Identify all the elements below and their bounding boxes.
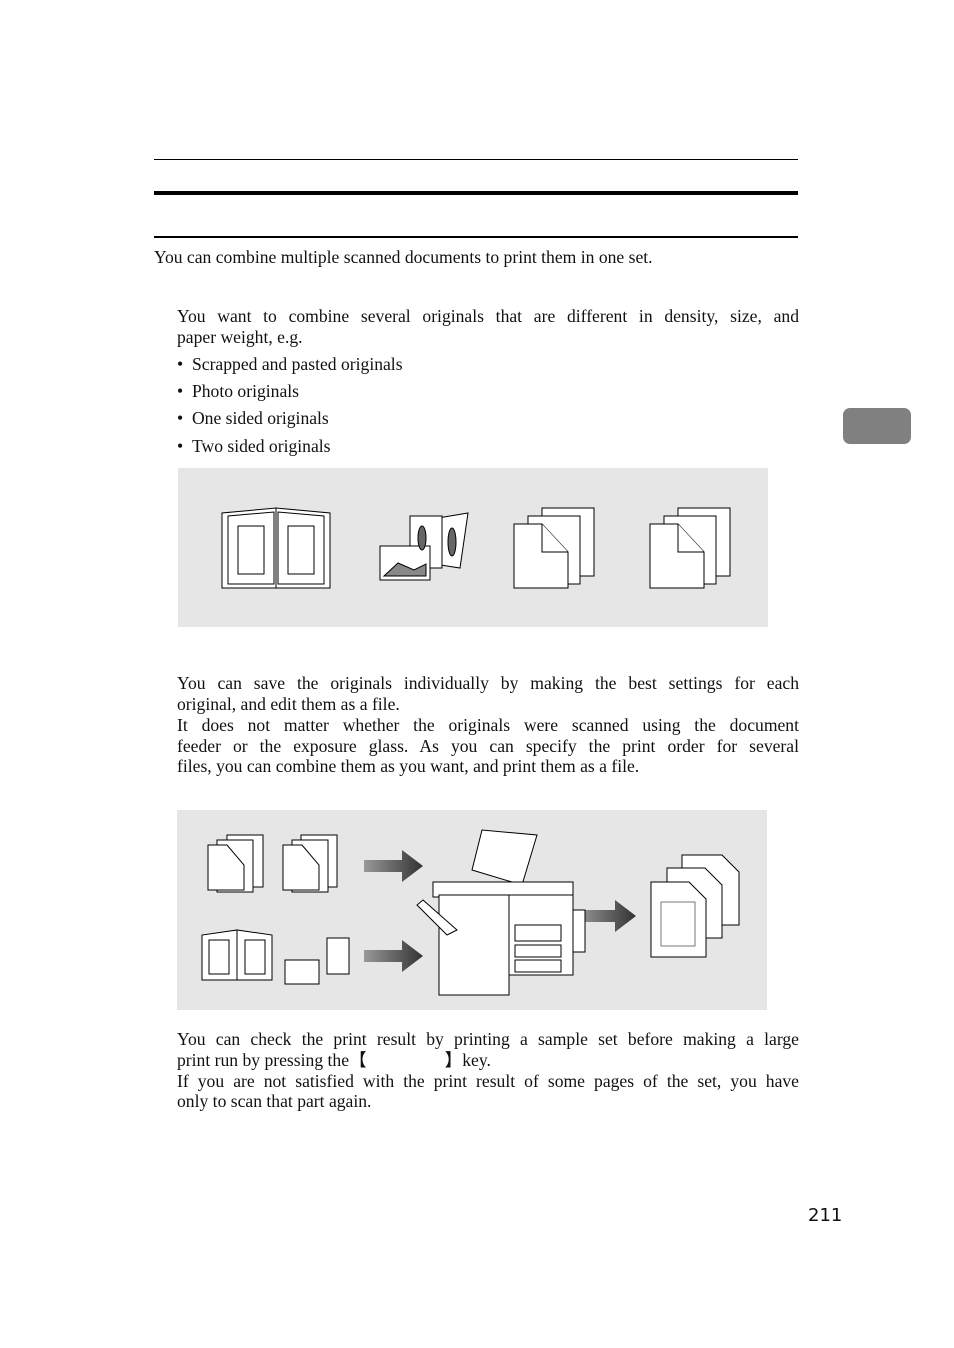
section3-line: If you are not satisfied with the print …: [177, 1071, 799, 1091]
photo-icon: [379, 512, 469, 581]
bullet-item: • One sided originals: [177, 408, 329, 428]
section2-line: You can save the originals individually …: [177, 673, 799, 693]
top-thin-rule: [154, 159, 798, 160]
section1-para-line1: You want to combine several originals th…: [177, 306, 799, 326]
pages-group-icon: [201, 834, 350, 985]
chapter-tab: [843, 408, 911, 444]
output-pages-icon: [650, 854, 740, 958]
bullet-item: • Scrapped and pasted originals: [177, 354, 403, 374]
bullet-item: • Two sided originals: [177, 436, 331, 456]
key-bracket-open: 【: [349, 1050, 367, 1070]
bullet-text: Two sided originals: [191, 436, 331, 456]
key-bracket-close: 】: [444, 1050, 463, 1070]
line-text: key.: [462, 1050, 491, 1070]
section1-para-line2: paper weight, e.g.: [177, 327, 303, 347]
section2-line: feeder or the exposure glass. As you can…: [177, 736, 799, 756]
originals-drawing: [221, 507, 731, 589]
heading-bottom-rule: [154, 236, 798, 238]
book-icon: [221, 507, 331, 589]
section2-line: It does not matter whether the originals…: [177, 715, 799, 735]
intro-text: You can combine multiple scanned documen…: [154, 247, 653, 267]
section2-line: original, and edit them as a file.: [177, 694, 400, 714]
bullet-text: One sided originals: [191, 408, 329, 428]
heading-thick-rule: [154, 191, 798, 195]
bullet-text: Photo originals: [191, 381, 300, 401]
line-text: print run by pressing the: [177, 1050, 350, 1070]
originals-illustration: [178, 468, 768, 627]
workflow-illustration: [177, 810, 767, 1010]
one-sided-pages-icon: [513, 507, 595, 589]
page-number: 211: [808, 1205, 843, 1226]
section3-line: only to scan that part again.: [177, 1091, 372, 1111]
two-sided-pages-icon: [649, 507, 731, 589]
workflow-drawing: [201, 829, 740, 996]
section3-line: You can check the print result by printi…: [177, 1029, 799, 1049]
section3-line: print run by pressing the【 】key.: [177, 1050, 491, 1071]
bullet-item: • Photo originals: [177, 381, 300, 401]
section2-line: files, you can combine them as you want,…: [177, 756, 640, 776]
copier-machine-icon: [416, 829, 586, 996]
bullet-text: Scrapped and pasted originals: [191, 354, 403, 374]
